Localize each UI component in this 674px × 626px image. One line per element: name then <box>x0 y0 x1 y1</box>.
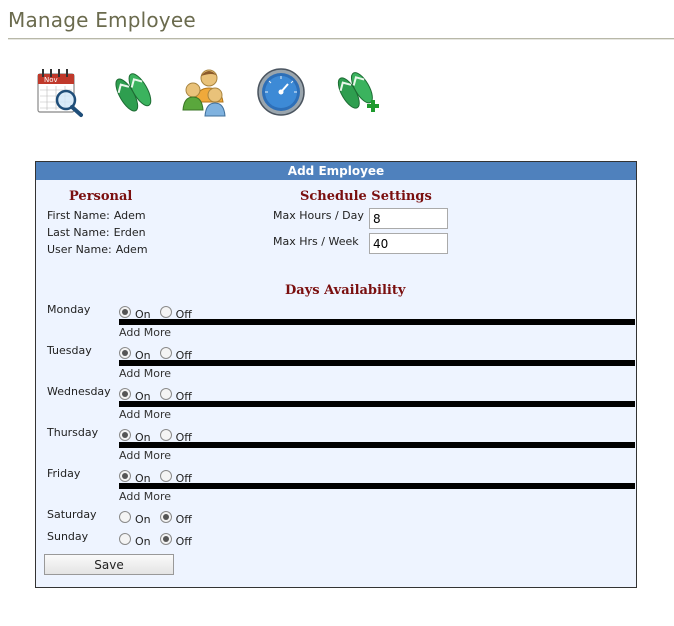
wednesday-on-radio[interactable] <box>119 387 131 400</box>
wednesday-radio-group: On Off <box>119 387 201 403</box>
monday-off-radio[interactable] <box>159 305 172 318</box>
saturday-off-radio[interactable] <box>159 510 172 523</box>
title-divider <box>8 38 674 40</box>
tuesday-add-more-link[interactable]: Add More <box>119 367 171 380</box>
calendar-search-icon[interactable]: Nov <box>34 66 86 118</box>
friday-add-more-link[interactable]: Add More <box>119 490 171 503</box>
monday-add-more-link[interactable]: Add More <box>119 326 171 339</box>
tuesday-radio-group: On Off <box>119 346 201 362</box>
friday-on-radio[interactable] <box>119 469 131 482</box>
flip-flops-icon[interactable] <box>106 66 158 118</box>
panel-header: Add Employee <box>36 162 636 180</box>
day-label-friday: Friday <box>47 467 81 480</box>
thursday-off-radio[interactable] <box>159 428 172 441</box>
thursday-availability-bar <box>119 442 635 448</box>
day-label-thursday: Thursday <box>47 426 99 439</box>
gauge-icon[interactable] <box>255 66 307 118</box>
sunday-off-radio[interactable] <box>159 532 172 545</box>
sunday-on-radio[interactable] <box>119 532 131 545</box>
flip-flops-add-icon[interactable] <box>330 66 382 118</box>
thursday-radio-group: On Off <box>119 428 201 444</box>
first-name-row: First Name: Adem <box>47 209 146 222</box>
add-employee-panel: Add Employee Personal First Name: Adem La… <box>35 161 637 588</box>
schedule-section-title: Schedule Settings <box>300 189 432 204</box>
last-name-row: Last Name: Erden <box>47 226 146 239</box>
monday-radio-group: On Off <box>119 305 201 321</box>
first-name-value: Adem <box>113 209 146 222</box>
day-label-tuesday: Tuesday <box>47 344 92 357</box>
user-name-label: User Name: <box>47 243 112 256</box>
sunday-radio-group: On Off <box>119 532 201 548</box>
user-name-row: User Name: Adem <box>47 243 148 256</box>
saturday-off-label: Off <box>175 513 192 526</box>
friday-availability-bar <box>119 483 635 489</box>
personal-section-title: Personal <box>69 189 133 204</box>
max-hours-day-label: Max Hours / Day <box>273 209 364 222</box>
saturday-on-label: On <box>135 513 151 526</box>
thursday-add-more-link[interactable]: Add More <box>119 449 171 462</box>
max-hrs-week-label: Max Hrs / Week <box>273 235 359 248</box>
friday-radio-group: On Off <box>119 469 201 485</box>
saturday-radio-group: On Off <box>119 510 201 526</box>
wednesday-availability-bar <box>119 401 635 407</box>
max-hrs-week-input[interactable] <box>369 233 448 254</box>
friday-off-radio[interactable] <box>159 469 172 482</box>
day-label-monday: Monday <box>47 303 91 316</box>
day-label-sunday: Sunday <box>47 530 89 543</box>
last-name-label: Last Name: <box>47 226 110 239</box>
users-group-icon[interactable] <box>179 66 231 118</box>
sunday-on-label: On <box>135 535 151 548</box>
first-name-label: First Name: <box>47 209 110 222</box>
tuesday-on-radio[interactable] <box>119 346 131 359</box>
monday-availability-bar <box>119 319 635 325</box>
days-availability-title: Days Availability <box>285 283 406 298</box>
day-label-wednesday: Wednesday <box>47 385 111 398</box>
sunday-off-label: Off <box>175 535 192 548</box>
saturday-on-radio[interactable] <box>119 510 131 523</box>
page-title: Manage Employee <box>8 8 196 32</box>
save-button[interactable]: Save <box>44 554 174 575</box>
wednesday-off-radio[interactable] <box>159 387 172 400</box>
last-name-value: Erden <box>113 226 146 239</box>
max-hours-day-input[interactable] <box>369 208 448 229</box>
thursday-on-radio[interactable] <box>119 428 131 441</box>
user-name-value: Adem <box>115 243 148 256</box>
tuesday-availability-bar <box>119 360 635 366</box>
monday-on-radio[interactable] <box>119 305 131 318</box>
svg-text:Nov: Nov <box>44 76 58 84</box>
tuesday-off-radio[interactable] <box>159 346 172 359</box>
day-label-saturday: Saturday <box>47 508 97 521</box>
wednesday-add-more-link[interactable]: Add More <box>119 408 171 421</box>
